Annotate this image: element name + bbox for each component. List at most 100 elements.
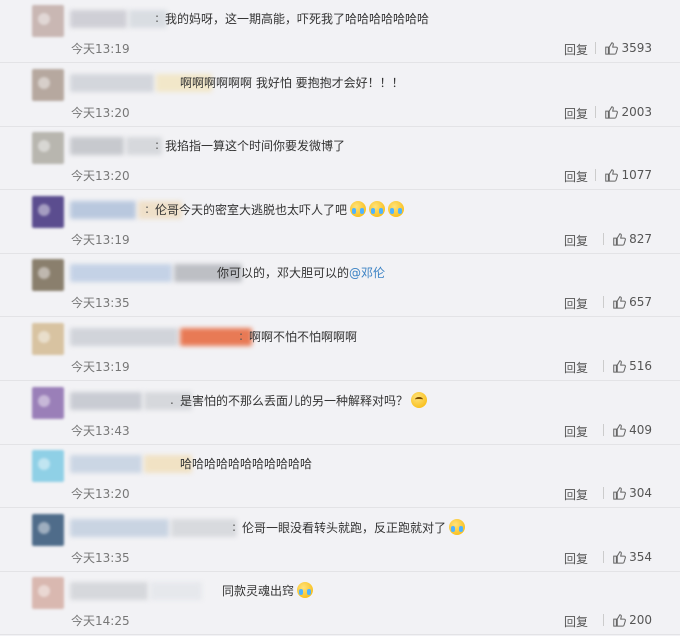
like-button[interactable]: 304 [603, 486, 652, 500]
like-button[interactable]: 516 [603, 359, 652, 373]
divider [603, 614, 605, 627]
username-blurred[interactable] [70, 328, 178, 346]
comment-body: 伦哥今天的密室大逃脱也太吓人了吧 [155, 202, 348, 217]
timestamp: 今天13:19 [71, 42, 130, 56]
comment-text: 我的妈呀，这一期高能，吓死我了哈哈哈哈哈哈哈 [165, 9, 429, 29]
divider [595, 105, 597, 118]
avatar[interactable] [32, 68, 64, 101]
timestamp: 今天13:35 [71, 550, 130, 565]
laugh-cry-emoji-icon [449, 518, 466, 535]
avatar[interactable] [32, 577, 64, 610]
comment-item: 同款灵魂出窍今天14:25 回复 200 [0, 572, 680, 636]
comment-body: 是害怕的不那么丢面儿的另一种解释对吗？ [180, 393, 409, 408]
laugh-cry-emoji-icon [297, 582, 314, 599]
like-count: 1077 [621, 168, 652, 183]
username-blurred[interactable] [70, 264, 172, 283]
like-button[interactable]: 2003 [595, 105, 652, 119]
like-button[interactable]: 409 [603, 423, 652, 437]
reply-button[interactable]: 回复 [564, 232, 588, 249]
thumbs-up-icon [613, 487, 626, 500]
username-blurred[interactable] [70, 582, 148, 601]
comment-body: 你可以的，邓大胆可以的 [217, 266, 350, 281]
divider [603, 232, 605, 245]
comment-body: 啊啊不怕不怕啊啊啊 [249, 330, 358, 344]
username-blurred[interactable] [70, 73, 154, 92]
reply-button[interactable]: 回复 [564, 423, 588, 440]
username-blurred[interactable] [70, 391, 142, 410]
comment-list: : 我的妈呀，这一期高能，吓死我了哈哈哈哈哈哈哈今天13:19 回复 3593 啊啊啊啊… [0, 0, 680, 636]
thumbs-up-icon [613, 360, 626, 373]
divider [603, 550, 605, 563]
reply-button[interactable]: 回复 [564, 295, 588, 312]
like-button[interactable]: 354 [603, 550, 652, 564]
like-count: 3593 [621, 41, 652, 55]
timestamp: 今天14:25 [71, 614, 130, 629]
comment-item: . 是害怕的不那么丢面儿的另一种解释对吗？ 今天13:43 回复 409 [0, 382, 680, 445]
username-blurred[interactable] [70, 518, 169, 537]
reply-button[interactable]: 回复 [564, 105, 588, 122]
like-button[interactable]: 827 [603, 232, 652, 246]
reply-button[interactable]: 回复 [564, 486, 588, 503]
thumbs-up-icon [605, 169, 619, 182]
comment-item: 你可以的，邓大胆可以的@邓伦 今天13:35 回复 657 [0, 254, 680, 318]
avatar[interactable] [32, 513, 64, 546]
username-blurred[interactable] [150, 582, 202, 601]
username-blurred[interactable] [70, 200, 136, 219]
avatar[interactable] [32, 259, 64, 292]
comment-body: 伦哥一眼没看转头就跑，反正跑就对了 [242, 520, 447, 535]
reply-button[interactable]: 回复 [564, 41, 588, 58]
username-blurred[interactable] [70, 10, 127, 28]
like-button[interactable]: 200 [603, 613, 652, 627]
thumbs-up-icon [613, 423, 626, 437]
avatar[interactable] [32, 323, 64, 355]
comment-text: 啊啊啊啊啊啊 我好怕 要抱抱才会好！！！ [180, 73, 404, 93]
like-count: 827 [629, 231, 652, 246]
avatar[interactable] [32, 386, 64, 419]
reply-button[interactable]: 回复 [564, 550, 588, 567]
like-count: 657 [629, 295, 652, 310]
divider [595, 42, 597, 54]
like-count: 354 [629, 549, 652, 564]
comment-body: 同款灵魂出窍 [222, 584, 295, 599]
laugh-cry-emoji-icon [388, 200, 405, 217]
comment-body: 啊啊啊啊啊啊 我好怕 要抱抱才会好！！！ [180, 75, 404, 90]
like-count: 304 [629, 486, 652, 501]
comment-item: : 我掐指一算这个时间你要发微博了 今天13:20 回复 1077 [0, 127, 680, 191]
timestamp: 今天13:20 [71, 487, 130, 502]
timestamp: 今天13:20 [71, 105, 130, 120]
comment-text: 伦哥一眼没看转头就跑，反正跑就对了 [242, 518, 466, 538]
like-button[interactable]: 657 [603, 295, 652, 309]
avatar[interactable] [32, 195, 64, 228]
thumbs-up-icon [613, 233, 626, 246]
timestamp: 今天13:20 [71, 169, 130, 184]
comment-text: 哈哈哈哈哈哈哈哈哈哈哈 [180, 454, 312, 474]
thumbs-up-icon [613, 614, 626, 628]
reply-button[interactable]: 回复 [564, 613, 588, 630]
divider [603, 296, 605, 309]
reply-button[interactable]: 回复 [564, 359, 588, 376]
laugh-cry-emoji-icon [350, 200, 367, 217]
comment-text: 是害怕的不那么丢面儿的另一种解释对吗？ [180, 391, 428, 411]
username-blurred[interactable] [171, 518, 237, 537]
username-blurred[interactable] [70, 137, 124, 156]
like-button[interactable]: 3593 [595, 41, 652, 55]
name-separator: : [145, 201, 150, 216]
avatar[interactable] [32, 5, 64, 37]
username-blurred[interactable] [129, 10, 167, 28]
name-separator: : [232, 519, 237, 534]
username-blurred[interactable] [70, 455, 142, 474]
comment-item: : 伦哥今天的密室大逃脱也太吓人了吧 今天13:19 回复 827 [0, 191, 680, 254]
comment-item: 啊啊啊啊啊啊 我好怕 要抱抱才会好！！！ 今天13:20 回复 2003 [0, 64, 680, 127]
avatar[interactable] [32, 132, 64, 165]
mention-link[interactable]: @邓伦 [349, 266, 385, 280]
like-button[interactable]: 1077 [595, 168, 652, 182]
like-count: 516 [629, 359, 652, 373]
like-count: 2003 [621, 104, 652, 119]
reply-button[interactable]: 回复 [564, 168, 588, 185]
comment-body: 哈哈哈哈哈哈哈哈哈哈哈 [180, 457, 313, 472]
avatar[interactable] [32, 450, 64, 483]
divider [603, 360, 605, 372]
comment-text: 啊啊不怕不怕啊啊啊 [249, 327, 357, 347]
comment-body: 我的妈呀，这一期高能，吓死我了哈哈哈哈哈哈哈 [165, 12, 430, 26]
comment-item: 哈哈哈哈哈哈哈哈哈哈哈今天13:20 回复 304 [0, 445, 680, 509]
